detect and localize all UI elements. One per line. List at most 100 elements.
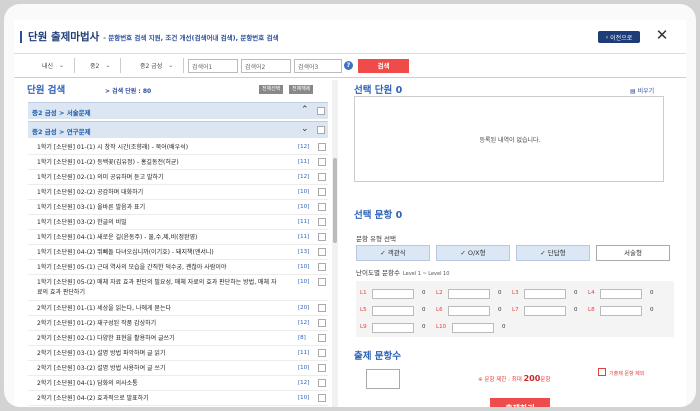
unit-row[interactable]: 2학기 [소단원] 02-(1) 다양한 표현을 활용하여 글쓰기 [8] <box>28 331 328 346</box>
unit-row-count: [10] <box>298 264 310 270</box>
question-count-input[interactable] <box>366 369 400 389</box>
level-input[interactable] <box>448 306 490 316</box>
level-key: L2 <box>436 290 443 296</box>
level-value: 0 <box>650 307 654 313</box>
filter-bar: 내신 ⌄ 중2 ⌄ 중2 금성 ⌄ 검색어1 검색어2 검색어3 ? 검색 <box>14 54 686 78</box>
level-value: 0 <box>574 290 578 296</box>
unit-row-checkbox[interactable] <box>318 379 326 387</box>
level-input[interactable] <box>452 323 494 333</box>
group-header-research[interactable]: 중2 금성 > 연구문제 ⌄ <box>28 121 328 138</box>
type-multiple-choice-button[interactable]: ✓ 객관식 <box>356 245 430 261</box>
limit-prefix: ※ 문항 제한 : 최대 <box>478 377 524 383</box>
level-input[interactable] <box>372 323 414 333</box>
school-select[interactable]: 내신 ⌄ <box>42 58 76 73</box>
unit-row-count: [10] <box>298 204 310 210</box>
unit-row[interactable]: 2학기 [소단원] 04-(2) 효과적으로 발표하기 [10] <box>28 391 328 406</box>
help-icon[interactable]: ? <box>344 61 353 70</box>
textbook-select[interactable]: 중2 금성 ⌄ <box>140 58 185 73</box>
unit-row[interactable]: 1학기 [소단원] 01-(1) 시 창작 시간(조향래) - 북어(배우석) [… <box>28 140 328 155</box>
search-input-1[interactable]: 검색어1 <box>188 59 238 73</box>
unit-row[interactable]: 1학기 [소단원] 03-(2) 한글의 비밀 [11] <box>28 215 328 230</box>
chevron-down-icon[interactable]: ⌄ <box>301 124 309 134</box>
chevron-up-icon[interactable]: ⌃ <box>301 105 309 115</box>
group-header-essay[interactable]: 중2 금성 > 서술문제 ⌃ <box>28 102 328 119</box>
type-essay-button[interactable]: 서술형 <box>596 245 670 261</box>
unit-row[interactable]: 1학기 [소단원] 02-(2) 공감하며 대화하기 [10] <box>28 185 328 200</box>
level-input[interactable] <box>448 289 490 299</box>
select-all-button[interactable]: 전체선택 <box>259 85 284 94</box>
unit-row-checkbox[interactable] <box>318 173 326 181</box>
unit-row-checkbox[interactable] <box>318 394 326 402</box>
search-input-3[interactable]: 검색어3 <box>294 59 342 73</box>
unit-row[interactable]: 2학기 [소단원] 04-(1) 담화의 의사소통 [12] <box>28 376 328 391</box>
unit-row-title: 1학기 [소단원] 04-(2) 뛰뻬돌 다녀오십니까(이기호) - 돼지책(앤… <box>37 249 214 256</box>
unit-row-checkbox[interactable] <box>318 263 326 271</box>
exclude-previous-label: 기출제 문항 제외 <box>609 371 645 377</box>
group-checkbox[interactable] <box>317 107 325 115</box>
level-input[interactable] <box>372 306 414 316</box>
unit-row-count: [11] <box>298 234 310 240</box>
level-count-text: 난이도별 문항수 <box>356 269 400 277</box>
level-row: L4 0 <box>588 289 664 299</box>
unit-row-count: [10] <box>298 395 310 401</box>
unit-row-checkbox[interactable] <box>318 349 326 357</box>
clear-button[interactable]: ▤ 비우기 <box>630 86 654 95</box>
level-input[interactable] <box>372 289 414 299</box>
unit-row-checkbox[interactable] <box>318 304 326 312</box>
title-bar: 단원 출제마법사 - 문항번호 검색 지원, 조건 개선(검색어내 검색), 문항… <box>14 20 686 54</box>
level-row: L8 0 <box>588 306 664 316</box>
unit-row-checkbox[interactable] <box>318 218 326 226</box>
unit-row-checkbox[interactable] <box>318 143 326 151</box>
unit-row[interactable]: 1학기 [소단원] 05-(1) 근대 역사의 모습을 간직한 덕수궁, 괜찮아… <box>28 260 328 275</box>
unit-row-title: 2학기 [소단원] 04-(2) 효과적으로 발표하기 <box>37 395 149 402</box>
unit-row-checkbox[interactable] <box>318 319 326 327</box>
unit-row-checkbox[interactable] <box>318 334 326 342</box>
unit-row[interactable]: 1학기 [소단원] 03-(1) 올바른 발음과 표기 [10] <box>28 200 328 215</box>
prev-button-label: 이전으로 <box>610 34 633 42</box>
unit-row-checkbox[interactable] <box>318 248 326 256</box>
unit-row-checkbox[interactable] <box>318 188 326 196</box>
unit-row-checkbox[interactable] <box>318 158 326 166</box>
search-input-2[interactable]: 검색어2 <box>241 59 291 73</box>
grade-select[interactable]: 중2 ⌄ <box>90 58 122 73</box>
unit-row[interactable]: 2학기 [소단원] 01-(1) 세상을 읽는다, 나에게 묻는다 [20] <box>28 301 328 316</box>
unit-row-count: [11] <box>298 159 310 165</box>
unit-row[interactable]: 1학기 [소단원] 04-(2) 뛰뻬돌 다녀오십니까(이기호) - 돼지책(앤… <box>28 245 328 260</box>
level-value: 0 <box>422 324 426 330</box>
unit-list-scrollbar[interactable] <box>332 80 338 407</box>
unit-row-count: [8] <box>298 335 306 341</box>
unit-row-checkbox[interactable] <box>318 278 326 286</box>
level-key: L8 <box>588 307 595 313</box>
level-row: L1 0 <box>360 289 436 299</box>
group-checkbox[interactable] <box>317 126 325 134</box>
unit-row[interactable]: 2학기 [소단원] 01-(2) 재구성된 작품 감상하기 [12] <box>28 316 328 331</box>
generate-button[interactable]: 출제하기 <box>490 398 550 407</box>
unit-row[interactable]: 2학기 [소단원] 03-(2) 설명 방법 사용하여 글 쓰기 [10] <box>28 361 328 376</box>
type-short-answer-button[interactable]: ✓ 단답형 <box>516 245 590 261</box>
prev-button[interactable]: ‹ 이전으로 <box>598 31 640 43</box>
unit-row[interactable]: 1학기 [소단원] 05-(2) 매체 자료 효과 판단의 필요성, 매체 자료… <box>28 275 328 301</box>
scrollbar-thumb[interactable] <box>333 158 337 243</box>
unit-row[interactable]: 1학기 [소단원] 02-(1) 의미 공유하며 듣고 말하기 [12] <box>28 170 328 185</box>
unit-row-checkbox[interactable] <box>318 203 326 211</box>
deselect-all-button[interactable]: 전체해제 <box>289 85 314 94</box>
type-ox-button[interactable]: ✓ O/X형 <box>436 245 510 261</box>
unit-row[interactable]: 1학기 [소단원] 04-(1) 새로운 길(윤동주) - 물,수,제,비(정완… <box>28 230 328 245</box>
search-button[interactable]: 검색 <box>358 59 409 73</box>
unit-search-panel: 단원 검색 > 검색 단원 : 80 전체선택 전체해제 중2 금성 > 서술문… <box>27 80 332 407</box>
unit-row-checkbox[interactable] <box>318 364 326 372</box>
level-count-label: 난이도별 문항수 Level 1 ~ Level 10 <box>356 267 449 277</box>
unit-row[interactable]: 2학기 [소단원] 03-(1) 설명 방법 파악하며 글 읽기 [11] <box>28 346 328 361</box>
unit-row[interactable]: 1학기 [소단원] 01-(2) 등백꽃(김유정) - 홍길동전(허균) [11] <box>28 155 328 170</box>
level-input[interactable] <box>600 306 642 316</box>
level-key: L10 <box>436 324 447 330</box>
level-input[interactable] <box>600 289 642 299</box>
close-icon[interactable]: ✕ <box>654 26 670 44</box>
level-input[interactable] <box>524 306 566 316</box>
wizard-window: 단원 출제마법사 - 문항번호 검색 지원, 조건 개선(검색어내 검색), 문항… <box>14 20 686 407</box>
exclude-previous-checkbox[interactable] <box>598 368 606 376</box>
level-row: L5 0 <box>360 306 436 316</box>
unit-row-checkbox[interactable] <box>318 233 326 241</box>
level-input[interactable] <box>524 289 566 299</box>
level-value: 0 <box>574 307 578 313</box>
